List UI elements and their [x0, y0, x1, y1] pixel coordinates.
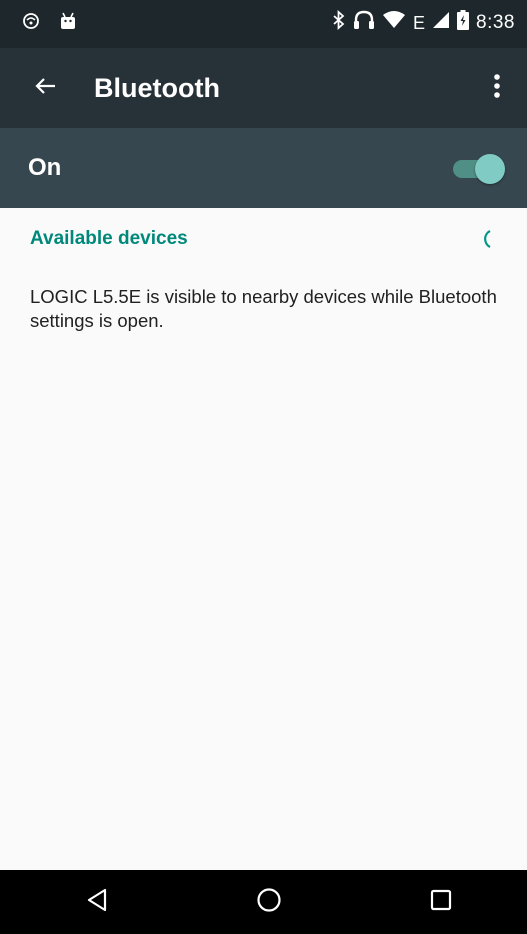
nav-back-button[interactable]	[77, 882, 117, 922]
signal-icon	[432, 11, 450, 35]
nav-home-button[interactable]	[249, 882, 289, 922]
more-options-button[interactable]	[483, 70, 511, 106]
bluetooth-icon	[332, 9, 346, 36]
nav-recents-button[interactable]	[421, 882, 461, 922]
toggle-thumb	[475, 154, 505, 184]
notification-icon	[22, 12, 40, 35]
status-bar: E 8:38	[0, 0, 527, 48]
status-left-icons	[22, 12, 78, 35]
available-devices-header: Available devices	[30, 228, 188, 249]
switch-label: On	[28, 154, 62, 181]
network-type-label: E	[413, 12, 426, 33]
wifi-icon	[382, 10, 406, 36]
navigation-bar	[0, 870, 527, 934]
progress-spinner-icon	[475, 228, 497, 250]
page-title: Bluetooth	[94, 73, 220, 103]
status-time: 8:38	[476, 12, 515, 33]
status-right-icons: E 8:38	[332, 9, 515, 36]
battery-icon	[457, 10, 470, 36]
headphones-icon	[353, 10, 375, 36]
android-icon	[58, 12, 78, 35]
more-vert-icon	[493, 73, 501, 104]
bluetooth-toggle[interactable]	[453, 154, 505, 184]
back-triangle-icon	[86, 888, 108, 917]
arrow-back-icon	[34, 74, 58, 103]
recents-square-icon	[430, 889, 452, 916]
visibility-message: LOGIC L5.5E is visible to nearby devices…	[30, 286, 497, 331]
bluetooth-switch-bar[interactable]: On	[0, 128, 527, 208]
back-button[interactable]	[28, 70, 64, 106]
app-bar: Bluetooth	[0, 48, 527, 128]
home-circle-icon	[256, 887, 282, 918]
